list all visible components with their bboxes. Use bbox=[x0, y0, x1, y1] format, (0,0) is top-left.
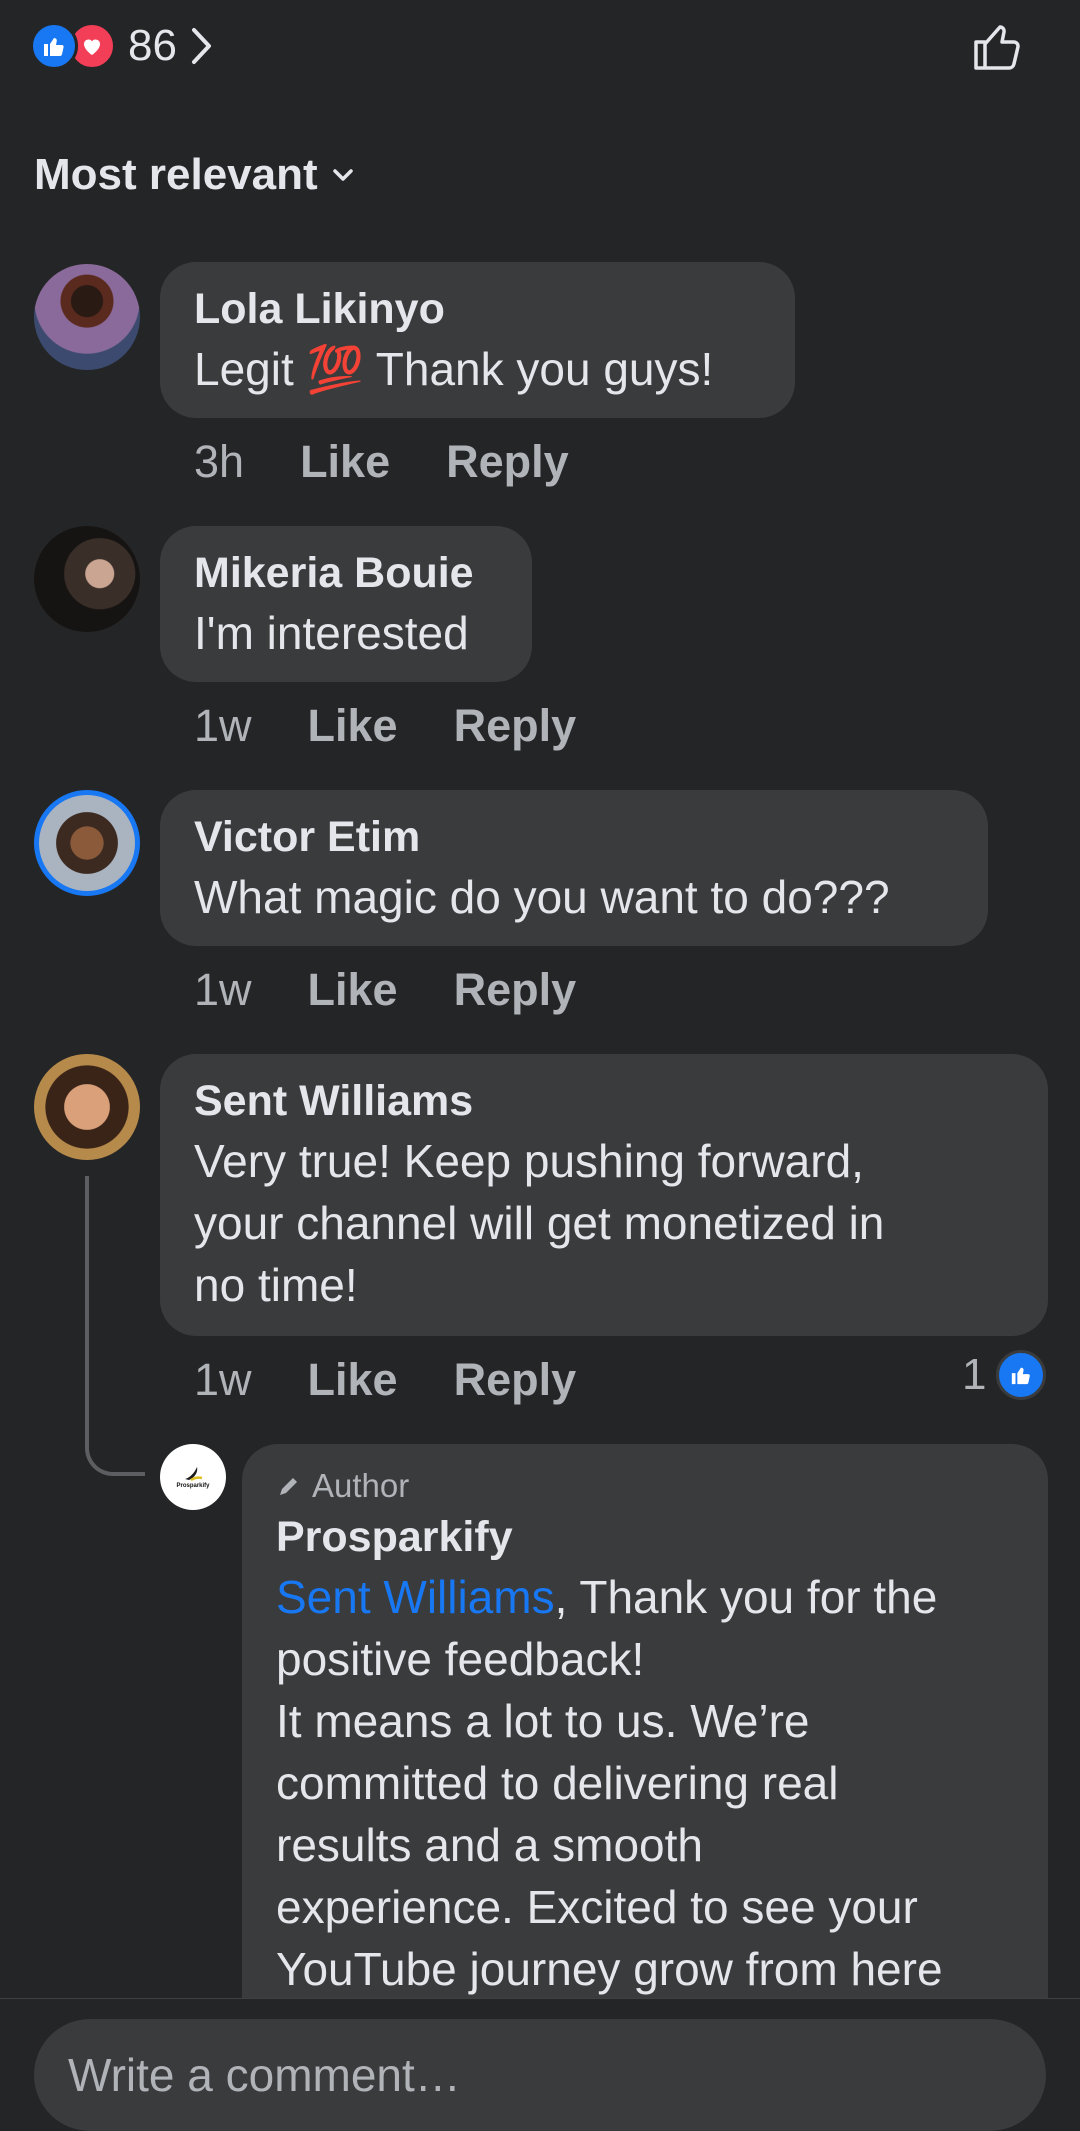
reaction-count: 86 bbox=[128, 21, 177, 70]
like-post-button[interactable] bbox=[970, 18, 1026, 74]
comment-actions: 1w Like Reply bbox=[194, 700, 632, 752]
comment-text-line: no time! bbox=[194, 1259, 358, 1311]
comment-author[interactable]: Victor Etim bbox=[194, 808, 954, 866]
avatar-logo-text: Prosparkify bbox=[176, 1482, 210, 1489]
comment-bubble: Lola Likinyo Legit 💯 Thank you guys! bbox=[160, 262, 795, 418]
comment-bubble: Sent Williams Very true! Keep pushing fo… bbox=[160, 1054, 1048, 1336]
like-button[interactable]: Like bbox=[308, 700, 398, 752]
comment-actions: 3h Like Reply bbox=[194, 436, 625, 488]
avatar[interactable] bbox=[34, 1054, 140, 1160]
comment-text-line: Very true! Keep pushing forward, bbox=[194, 1135, 864, 1187]
reply-text-line: YouTube journey grow from here bbox=[276, 1943, 943, 1995]
comment-text: I'm interested bbox=[194, 607, 469, 659]
comment-text: What magic do you want to do??? bbox=[194, 871, 890, 923]
hundred-points-emoji: 💯 bbox=[306, 343, 364, 395]
thumbs-up-outline-icon bbox=[974, 25, 1020, 70]
reply-text-line: results and a smooth bbox=[276, 1819, 704, 1871]
comment-actions: 1w Like Reply bbox=[194, 1354, 632, 1406]
reply-bubble: Author Prosparkify Sent Williams, Thank … bbox=[242, 1444, 1048, 2044]
thread-connector bbox=[85, 1176, 145, 1476]
comment-actions: 1w Like Reply bbox=[194, 964, 632, 1016]
comment-author[interactable]: Mikeria Bouie bbox=[194, 544, 498, 602]
comment-bubble: Victor Etim What magic do you want to do… bbox=[160, 790, 988, 946]
comment-composer-bar: Write a comment… bbox=[0, 1998, 1080, 2131]
avatar[interactable]: Prosparkify bbox=[160, 1444, 226, 1510]
sort-dropdown[interactable]: Most relevant bbox=[34, 150, 354, 200]
comment-input[interactable]: Write a comment… bbox=[34, 2019, 1046, 2131]
like-button[interactable]: Like bbox=[300, 436, 390, 488]
like-reaction-icon bbox=[30, 22, 78, 70]
prosparkify-logo-icon bbox=[185, 1466, 203, 1481]
reply-text-line: Sent Williams, Thank you for the bbox=[276, 1571, 938, 1623]
comment-timestamp[interactable]: 3h bbox=[194, 436, 244, 488]
comment-text-line: your channel will get monetized in bbox=[194, 1197, 885, 1249]
chevron-down-icon bbox=[332, 167, 354, 183]
comment-timestamp[interactable]: 1w bbox=[194, 964, 252, 1016]
reply-button[interactable]: Reply bbox=[454, 1354, 577, 1406]
like-reaction-icon bbox=[996, 1350, 1047, 1400]
reactions-bar: 86 bbox=[0, 0, 1080, 96]
reply-text-line: positive feedback! bbox=[276, 1633, 645, 1685]
avatar[interactable] bbox=[34, 790, 140, 896]
like-button[interactable]: Like bbox=[308, 964, 398, 1016]
reply-button[interactable]: Reply bbox=[454, 964, 577, 1016]
sort-label: Most relevant bbox=[34, 150, 318, 199]
author-badge: Author bbox=[276, 1464, 1014, 1508]
reply-button[interactable]: Reply bbox=[454, 700, 577, 752]
comment-author[interactable]: Sent Williams bbox=[194, 1072, 1014, 1130]
like-button[interactable]: Like bbox=[308, 1354, 398, 1406]
comment-author[interactable]: Lola Likinyo bbox=[194, 280, 761, 338]
mention-link[interactable]: Sent Williams bbox=[276, 1571, 555, 1623]
reactions-summary[interactable]: 86 bbox=[30, 21, 215, 70]
comment-timestamp[interactable]: 1w bbox=[194, 700, 252, 752]
reply-text-line: experience. Excited to see your bbox=[276, 1881, 918, 1933]
comment-text: Legit 💯 Thank you guys! bbox=[194, 343, 714, 395]
avatar[interactable] bbox=[34, 526, 140, 632]
reply-author[interactable]: Prosparkify bbox=[276, 1508, 1014, 1566]
reply-text-line: It means a lot to us. We’re bbox=[276, 1695, 810, 1747]
author-badge-label: Author bbox=[312, 1467, 410, 1504]
comment-timestamp[interactable]: 1w bbox=[194, 1354, 252, 1406]
pencil-icon bbox=[280, 1478, 297, 1495]
reaction-count: 1 bbox=[962, 1350, 987, 1399]
comment-bubble: Mikeria Bouie I'm interested bbox=[160, 526, 532, 682]
avatar[interactable] bbox=[34, 264, 140, 370]
comment-input-placeholder: Write a comment… bbox=[68, 2049, 461, 2101]
reply-text-line: committed to delivering real bbox=[276, 1757, 839, 1809]
comment-reaction-count[interactable]: 1 bbox=[962, 1350, 1047, 1400]
chevron-right-icon bbox=[189, 26, 215, 66]
reply-button[interactable]: Reply bbox=[446, 436, 569, 488]
